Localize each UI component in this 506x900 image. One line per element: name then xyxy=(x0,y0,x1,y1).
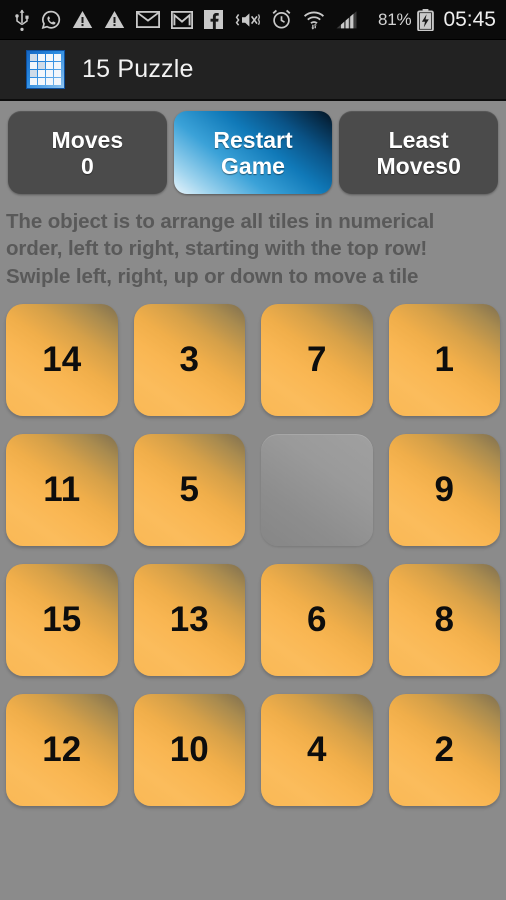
puzzle-tile[interactable]: 10 xyxy=(133,693,245,806)
moves-counter-button[interactable]: Moves 0 xyxy=(8,111,167,194)
facebook-icon xyxy=(204,10,223,29)
moves-label: Moves xyxy=(51,126,124,153)
whatsapp-icon xyxy=(41,10,61,30)
puzzle-tile[interactable]: 9 xyxy=(388,433,500,546)
puzzle-board: 14 3 7 1 11 5 9 15 13 6 8 12 10 4 2 xyxy=(0,290,506,806)
puzzle-tile[interactable]: 4 xyxy=(261,693,373,806)
mail-icon xyxy=(136,11,160,28)
puzzle-tile[interactable]: 12 xyxy=(6,693,118,806)
status-bar-clock: 05:45 xyxy=(443,8,496,31)
usb-icon xyxy=(14,9,30,31)
wifi-icon xyxy=(303,10,325,30)
instructions-line-1: The object is to arrange all tiles in nu… xyxy=(6,210,435,233)
puzzle-tile[interactable]: 6 xyxy=(261,563,373,676)
least-moves-label: Least xyxy=(388,126,449,153)
status-bar-notification-icons xyxy=(14,9,378,31)
puzzle-tile[interactable]: 2 xyxy=(388,693,500,806)
instructions-text: The object is to arrange all tiles in nu… xyxy=(0,202,506,290)
gmail-icon xyxy=(171,10,193,29)
toolbar: Moves 0 Restart Game Least Moves0 xyxy=(0,101,506,202)
restart-label-line1: Restart xyxy=(213,126,293,153)
app-title-bar: 15 Puzzle xyxy=(0,40,506,101)
puzzle-tile[interactable]: 5 xyxy=(133,433,245,546)
instructions-line-3: Swiple left, right, up or down to move a… xyxy=(6,264,419,288)
alarm-clock-icon xyxy=(271,9,292,30)
puzzle-tile[interactable]: 11 xyxy=(6,433,118,546)
status-bar-system-indicators: 81% 05:45 xyxy=(378,8,496,31)
moves-value: 0 xyxy=(80,152,94,179)
battery-charging-icon xyxy=(417,8,435,31)
status-bar: 81% 05:45 xyxy=(0,0,506,40)
puzzle-grid-icon xyxy=(26,50,65,89)
restart-label-line2: Game xyxy=(221,152,285,179)
app-screen: 81% 05:45 15 Puzzle Moves 0 Restart Game… xyxy=(0,0,506,900)
instructions-line-2: order, left to right, starting with the … xyxy=(6,237,428,261)
puzzle-tile[interactable]: 15 xyxy=(6,563,118,676)
restart-game-button[interactable]: Restart Game xyxy=(173,111,333,194)
page-title: 15 Puzzle xyxy=(82,55,194,83)
puzzle-tile[interactable]: 8 xyxy=(388,563,500,676)
warning-icon xyxy=(72,10,93,29)
puzzle-grid: 14 3 7 1 11 5 9 15 13 6 8 12 10 4 2 xyxy=(6,303,500,806)
bottom-empty-area xyxy=(0,806,506,900)
warning-icon-2 xyxy=(104,10,125,29)
puzzle-tile[interactable]: 1 xyxy=(388,303,500,416)
vibrate-mute-icon xyxy=(234,10,260,30)
cellular-signal-icon xyxy=(336,10,358,29)
puzzle-tile-empty[interactable] xyxy=(261,433,373,546)
puzzle-tile[interactable]: 3 xyxy=(133,303,245,416)
least-moves-value: Moves0 xyxy=(376,152,461,179)
least-moves-button[interactable]: Least Moves0 xyxy=(339,111,499,194)
battery-percent-label: 81% xyxy=(378,10,412,29)
puzzle-tile[interactable]: 7 xyxy=(261,303,373,416)
puzzle-tile[interactable]: 14 xyxy=(6,303,118,416)
puzzle-tile[interactable]: 13 xyxy=(133,563,245,676)
